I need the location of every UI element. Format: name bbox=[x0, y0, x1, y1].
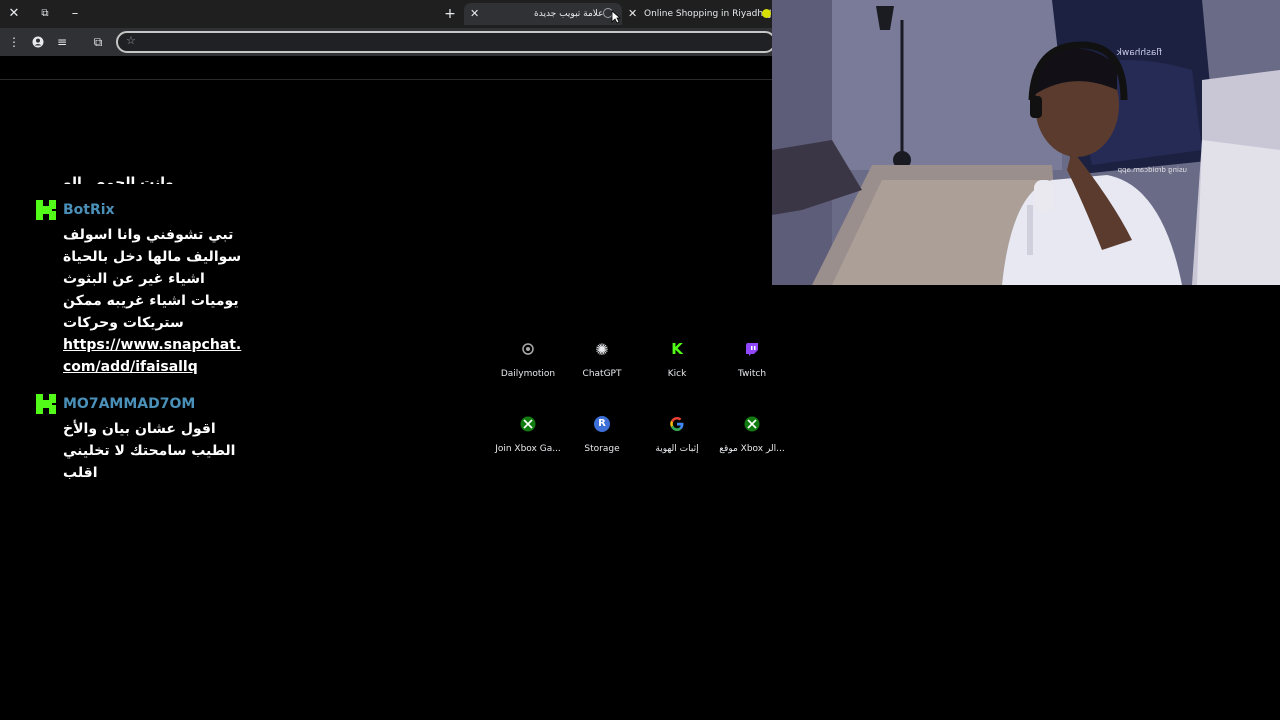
tab-new-tab[interactable]: ✕ علامة تبويب جديدة bbox=[464, 3, 622, 25]
shortcut-identity[interactable]: إثبات الهوية bbox=[640, 411, 714, 454]
google-icon bbox=[664, 411, 690, 437]
tab-close-icon[interactable]: ✕ bbox=[628, 3, 637, 25]
chat-line: يوميات اشياء غريبه ممكن bbox=[63, 293, 239, 309]
shortcut-join-xbox[interactable]: Join Xbox Ga... bbox=[491, 411, 565, 454]
chair-brand-text: flashhawk bbox=[1116, 48, 1162, 58]
chat-line: سواليف مالها دخل بالحياة bbox=[63, 249, 242, 265]
xbox-icon bbox=[515, 411, 541, 437]
address-bar[interactable]: ☆ bbox=[116, 31, 776, 53]
kick-badge-icon bbox=[36, 394, 56, 414]
bookmark-star-icon[interactable]: ☆ bbox=[126, 34, 136, 47]
tab-close-icon[interactable]: ✕ bbox=[470, 3, 479, 25]
kick-badge-icon bbox=[36, 200, 56, 220]
webcam-scene: flashhawk using droidcam.app bbox=[772, 0, 1280, 285]
chat-line: اشياء غير عن البثوث bbox=[63, 271, 205, 287]
new-tab-button[interactable]: + bbox=[441, 5, 459, 23]
snapchat-link[interactable]: https://www.snapchat. bbox=[63, 334, 243, 356]
shortcut-xbox-site[interactable]: موقع Xbox الر... bbox=[715, 411, 789, 454]
chat-cut-off-message: وانت الحمص الو bbox=[63, 175, 174, 184]
shortcut-label: Dailymotion bbox=[500, 369, 556, 379]
shortcut-label: موقع Xbox الر... bbox=[719, 444, 785, 454]
storage-icon: R bbox=[589, 411, 615, 437]
chat-message-text: تبي تشوفني وانا اسولف سواليف مالها دخل ب… bbox=[63, 224, 243, 378]
xbox-icon bbox=[739, 411, 765, 437]
chat-message-text: اقول عشان بيان والأخ الطيب سامحتك لا تخل… bbox=[63, 418, 243, 484]
chat-line: اقول عشان بيان والأخ bbox=[63, 421, 216, 437]
chat-line: ستريكات وحركات bbox=[63, 315, 184, 331]
chat-username: BotRix bbox=[63, 202, 115, 218]
browser-titlebar: ✕ ⧉ – + ✕ علامة تبويب جديدة ✕ Online Sho… bbox=[0, 0, 772, 28]
kick-icon: K bbox=[671, 340, 683, 358]
tab-label: Online Shopping in Riyadh, Jed bbox=[644, 9, 772, 19]
shortcut-label: ChatGPT bbox=[582, 369, 622, 379]
extensions-icon[interactable]: ⧉ bbox=[89, 33, 107, 51]
chat-username: MO7AMMAD7OM bbox=[63, 396, 196, 412]
chat-line: الطيب سامحتك لا تخليني bbox=[63, 443, 236, 459]
chatgpt-icon: ✺ bbox=[595, 339, 609, 359]
tab-label: علامة تبويب جديدة bbox=[534, 9, 604, 19]
mouse-cursor-icon bbox=[611, 10, 621, 24]
shortcut-twitch[interactable]: Twitch bbox=[715, 336, 789, 379]
twitch-icon bbox=[739, 336, 765, 362]
chat-overlay: وانت الحمص الو BotRix تبي تشوفني وانا اس… bbox=[36, 168, 276, 484]
shortcut-label: Kick bbox=[667, 369, 687, 379]
shortcut-chatgpt[interactable]: ✺ ChatGPT bbox=[565, 336, 639, 380]
shortcut-storage[interactable]: R Storage bbox=[565, 411, 639, 454]
shortcut-label: Join Xbox Ga... bbox=[495, 444, 561, 454]
menu-icon[interactable]: ⋮ bbox=[5, 33, 23, 51]
chat-message: MO7AMMAD7OM اقول عشان بيان والأخ الطيب س… bbox=[36, 394, 276, 484]
snapchat-link[interactable]: com/add/ifaisallq bbox=[63, 356, 243, 378]
shortcut-kick[interactable]: K Kick bbox=[640, 336, 714, 379]
webcam-watermark: using droidcam.app bbox=[1117, 166, 1187, 174]
chat-line: اقلب bbox=[63, 465, 98, 481]
webcam-overlay: flashhawk using droidcam.app bbox=[772, 0, 1280, 285]
shortcut-label: Twitch bbox=[737, 369, 767, 379]
divider bbox=[0, 79, 772, 80]
chat-message: BotRix تبي تشوفني وانا اسولف سواليف ماله… bbox=[36, 200, 276, 378]
shortcut-label: Storage bbox=[584, 444, 620, 454]
reading-list-icon[interactable]: ≡ bbox=[53, 33, 71, 51]
restore-window-icon[interactable]: ⧉ bbox=[36, 5, 54, 23]
chat-line: تبي تشوفني وانا اسولف bbox=[63, 227, 234, 243]
tab-favicon-icon bbox=[762, 9, 771, 18]
shortcut-dailymotion[interactable]: Dailymotion bbox=[491, 336, 565, 379]
storage-glyph: R bbox=[594, 416, 610, 432]
shortcut-label: إثبات الهوية bbox=[655, 444, 699, 454]
close-window-icon[interactable]: ✕ bbox=[5, 5, 23, 23]
dailymotion-icon bbox=[515, 336, 541, 362]
profile-icon[interactable] bbox=[29, 33, 47, 51]
tab-online-shopping[interactable]: ✕ Online Shopping in Riyadh, Jed bbox=[624, 3, 772, 25]
minimize-window-icon[interactable]: – bbox=[66, 5, 84, 23]
